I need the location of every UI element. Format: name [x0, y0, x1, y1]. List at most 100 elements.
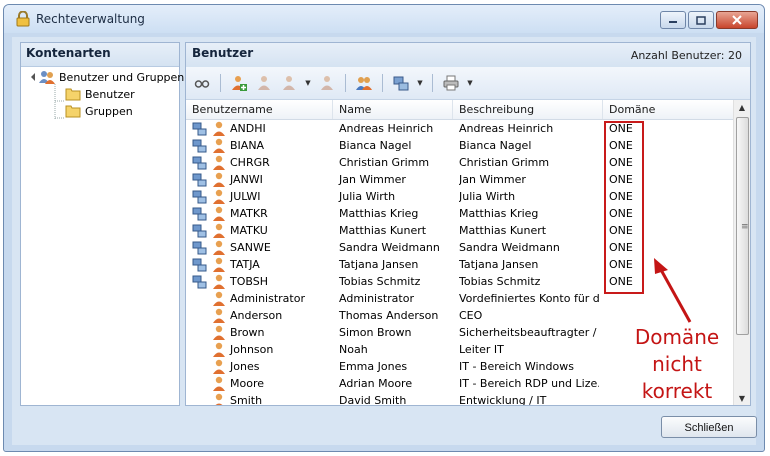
user-options-dropdown[interactable]: ▼: [303, 72, 313, 94]
remove-user-button[interactable]: [316, 72, 338, 94]
cell-name: Emma Jones: [339, 360, 408, 373]
user-remove-icon: [321, 76, 333, 90]
cell-description: Jan Wimmer: [459, 173, 526, 186]
username-text: MATKR: [230, 207, 268, 220]
minimize-button[interactable]: [660, 11, 686, 29]
print-dropdown[interactable]: ▼: [465, 72, 475, 94]
domain-highlight-box: [604, 121, 644, 294]
annotation-arrow: [654, 258, 692, 323]
cell-username: TOBSH: [192, 273, 268, 290]
add-user-button[interactable]: [228, 72, 250, 94]
cell-name: Bianca Nagel: [339, 139, 412, 152]
cell-username: Johnson: [192, 341, 273, 358]
username-text: Anderson: [230, 309, 283, 322]
network-icon: [192, 156, 207, 169]
maximize-icon: [696, 15, 706, 25]
cell-description: Andreas Heinrich: [459, 122, 554, 135]
scroll-thumb[interactable]: ≡: [736, 117, 749, 335]
close-icon: [732, 15, 742, 25]
toolbar-separator: [220, 74, 221, 92]
cell-description: Matthias Kunert: [459, 224, 547, 237]
user-icon: [258, 76, 270, 90]
users-table-header: Benutzername Name Beschreibung Domäne: [186, 100, 736, 120]
swap-users-button[interactable]: [353, 72, 375, 94]
column-header-description[interactable]: Beschreibung: [453, 100, 603, 119]
cell-name: Matthias Kunert: [339, 224, 427, 237]
account-types-header: Kontenarten: [21, 43, 179, 67]
cell-name: Adrian Moore: [339, 377, 413, 390]
annotation-line: korrekt: [641, 379, 713, 403]
user-icon: [213, 138, 225, 153]
network-icon: [192, 258, 207, 271]
column-header-domain[interactable]: Domäne: [603, 100, 736, 119]
view-button[interactable]: [191, 72, 213, 94]
cell-name: Tobias Schmitz: [339, 275, 421, 288]
table-row[interactable]: ANDHI Andreas Heinrich Andreas Heinrich ONE: [186, 120, 736, 137]
username-text: MATKU: [230, 224, 268, 237]
lock-icon: [16, 11, 30, 27]
user-icon: [213, 359, 225, 374]
no-network-spacer: [192, 359, 208, 375]
username-text: Moore: [230, 377, 264, 390]
cell-username: Anderson: [192, 307, 282, 324]
close-button[interactable]: Schließen: [661, 416, 757, 438]
user-icon: [213, 121, 225, 136]
cell-username: JANWI: [192, 171, 263, 188]
network-user-button[interactable]: [390, 72, 412, 94]
cell-name: Matthias Krieg: [339, 207, 419, 220]
cell-name: Tatjana Jansen: [339, 258, 419, 271]
username-text: JANWI: [230, 173, 263, 186]
table-row[interactable]: CHRGR Christian Grimm Christian Grimm ONE: [186, 154, 736, 171]
annotation-line: Domäne: [634, 325, 720, 349]
scroll-up-arrow[interactable]: ▲: [734, 100, 750, 116]
username-text: TATJA: [230, 258, 260, 271]
network-user-dropdown[interactable]: ▼: [415, 72, 425, 94]
printer-icon: [443, 75, 459, 91]
annotation-line: nicht: [652, 352, 702, 376]
username-text: Administrator: [230, 292, 305, 305]
tree-item-users-and-groups[interactable]: Benutzer und Gruppen: [39, 69, 184, 85]
table-row[interactable]: MATKU Matthias Kunert Matthias Kunert ONE: [186, 222, 736, 239]
cell-description: Sandra Weidmann: [459, 241, 560, 254]
no-network-spacer: [192, 342, 208, 358]
user-options-button[interactable]: [278, 72, 300, 94]
tree-item-label: Benutzer und Gruppen: [59, 70, 185, 84]
table-row[interactable]: JANWI Jan Wimmer Jan Wimmer ONE: [186, 171, 736, 188]
network-icon: [192, 275, 207, 288]
table-row[interactable]: MATKR Matthias Krieg Matthias Krieg ONE: [186, 205, 736, 222]
scroll-grip-icon: ≡: [741, 222, 749, 232]
network-icon: [192, 207, 207, 220]
add-user-icon: [232, 76, 247, 91]
cell-description: IT - Bereich Windows: [459, 360, 574, 373]
network-icon: [192, 190, 207, 203]
network-icon: [192, 173, 207, 186]
username-text: TOBSH: [230, 275, 268, 288]
edit-user-button[interactable]: [253, 72, 275, 94]
tree-item-users[interactable]: Benutzer: [65, 86, 135, 102]
user-icon: [213, 257, 225, 272]
column-header-username[interactable]: Benutzername: [186, 100, 333, 119]
cell-name: Andreas Heinrich: [339, 122, 434, 135]
username-text: SANWE: [230, 241, 271, 254]
cell-description: Sicherheitsbeauftragter / ...: [459, 326, 599, 339]
cell-username: Moore: [192, 375, 264, 392]
user-icon: [213, 155, 225, 170]
users-groups-icon: [39, 71, 55, 84]
table-row[interactable]: JULWI Julia Wirth Julia Wirth ONE: [186, 188, 736, 205]
cell-username: MATKU: [192, 222, 268, 239]
close-window-button[interactable]: [716, 11, 758, 29]
column-header-name[interactable]: Name: [333, 100, 453, 119]
title-bar[interactable]: Rechteverwaltung: [4, 5, 764, 33]
print-button[interactable]: [440, 72, 462, 94]
cell-username: Brown: [192, 324, 265, 341]
cell-username: CHRGR: [192, 154, 270, 171]
cell-name: Noah: [339, 343, 368, 356]
cell-description: Christian Grimm: [459, 156, 550, 169]
maximize-button[interactable]: [688, 11, 714, 29]
user-icon: [213, 376, 225, 391]
window-title: Rechteverwaltung: [36, 12, 145, 26]
cell-name: Thomas Anderson: [339, 309, 439, 322]
username-text: Brown: [230, 326, 265, 339]
tree-item-groups[interactable]: Gruppen: [65, 103, 133, 119]
table-row[interactable]: BIANA Bianca Nagel Bianca Nagel ONE: [186, 137, 736, 154]
